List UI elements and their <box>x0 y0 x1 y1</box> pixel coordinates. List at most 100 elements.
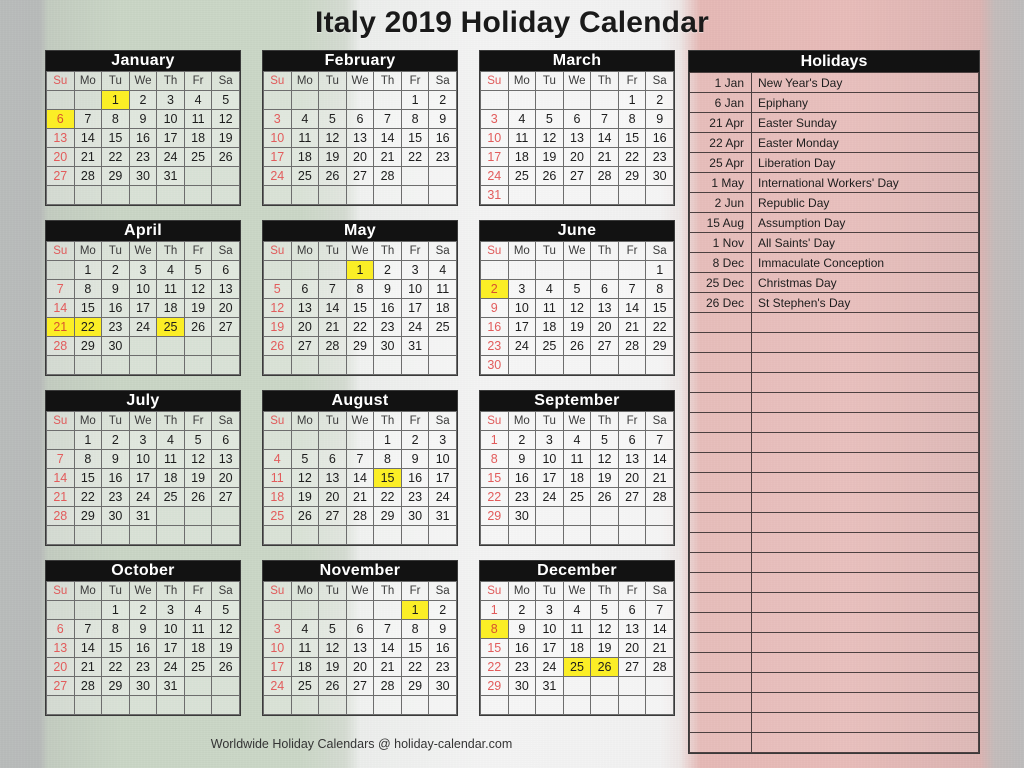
day-cell[interactable]: 9 <box>480 298 509 318</box>
holiday-row-empty[interactable] <box>689 352 979 373</box>
day-cell[interactable]: 14 <box>590 128 619 148</box>
day-cell[interactable]: 16 <box>480 317 509 337</box>
holiday-row[interactable]: 21 Apr Easter Sunday <box>689 112 979 133</box>
day-cell[interactable]: 4 <box>290 619 320 639</box>
day-cell[interactable]: 28 <box>318 336 347 356</box>
holiday-row-empty[interactable] <box>689 732 979 753</box>
holiday-row-empty[interactable] <box>689 532 979 553</box>
day-cell[interactable]: 25 <box>156 317 185 337</box>
day-cell[interactable]: 24 <box>400 317 430 337</box>
day-cell[interactable]: 19 <box>318 147 347 167</box>
holiday-row[interactable]: 1 May International Workers' Day <box>689 172 979 193</box>
holiday-row[interactable]: 1 Jan New Year's Day <box>689 72 979 93</box>
day-cell[interactable]: 23 <box>507 657 537 677</box>
day-cell[interactable]: 2 <box>645 90 674 110</box>
day-cell[interactable]: 4 <box>183 90 213 110</box>
day-cell[interactable]: 1 <box>101 90 130 110</box>
day-cell[interactable]: 10 <box>428 449 457 469</box>
day-cell[interactable]: 27 <box>345 166 375 186</box>
day-cell[interactable]: 6 <box>46 109 75 129</box>
day-cell[interactable]: 25 <box>290 166 320 186</box>
holiday-row-empty[interactable] <box>689 572 979 593</box>
day-cell[interactable]: 13 <box>345 638 375 658</box>
day-cell[interactable]: 14 <box>318 298 347 318</box>
holiday-row-empty[interactable] <box>689 432 979 453</box>
day-cell[interactable]: 8 <box>73 279 103 299</box>
day-cell[interactable]: 15 <box>101 638 130 658</box>
day-cell[interactable]: 26 <box>562 336 592 356</box>
day-cell[interactable]: 22 <box>645 317 674 337</box>
day-cell[interactable]: 31 <box>535 676 564 696</box>
day-cell[interactable]: 15 <box>73 468 103 488</box>
day-cell[interactable]: 5 <box>318 619 347 639</box>
day-cell[interactable]: 9 <box>428 109 457 129</box>
holiday-row-empty[interactable] <box>689 312 979 333</box>
day-cell[interactable]: 12 <box>590 449 619 469</box>
day-cell[interactable]: 29 <box>480 676 509 696</box>
day-cell[interactable]: 29 <box>645 336 674 356</box>
day-cell[interactable]: 22 <box>373 487 402 507</box>
day-cell[interactable]: 5 <box>211 600 240 620</box>
holiday-row[interactable]: 26 Dec St Stephen's Day <box>689 292 979 313</box>
day-cell[interactable]: 23 <box>128 147 158 167</box>
day-cell[interactable]: 9 <box>400 449 430 469</box>
day-cell[interactable]: 27 <box>318 506 347 526</box>
day-cell[interactable]: 7 <box>46 449 75 469</box>
day-cell[interactable]: 30 <box>480 355 509 375</box>
day-cell[interactable]: 6 <box>617 430 647 450</box>
day-cell[interactable]: 3 <box>507 279 537 299</box>
day-cell[interactable]: 7 <box>617 279 647 299</box>
day-cell[interactable]: 15 <box>400 638 430 658</box>
day-cell[interactable]: 2 <box>400 430 430 450</box>
day-cell[interactable]: 20 <box>617 468 647 488</box>
day-cell[interactable]: 19 <box>590 638 619 658</box>
day-cell[interactable]: 7 <box>645 600 674 620</box>
day-cell[interactable]: 25 <box>562 657 592 677</box>
day-cell[interactable]: 17 <box>263 657 292 677</box>
day-cell[interactable]: 17 <box>128 468 158 488</box>
day-cell[interactable]: 13 <box>46 128 75 148</box>
day-cell[interactable]: 30 <box>373 336 402 356</box>
day-cell[interactable]: 20 <box>345 657 375 677</box>
day-cell[interactable]: 23 <box>400 487 430 507</box>
day-cell[interactable]: 15 <box>373 468 402 488</box>
day-cell[interactable]: 15 <box>400 128 430 148</box>
day-cell[interactable]: 5 <box>290 449 320 469</box>
holiday-row-empty[interactable] <box>689 652 979 673</box>
day-cell[interactable]: 3 <box>156 90 185 110</box>
day-cell[interactable]: 16 <box>373 298 402 318</box>
holiday-row-empty[interactable] <box>689 632 979 653</box>
holiday-row-empty[interactable] <box>689 412 979 433</box>
day-cell[interactable]: 8 <box>101 619 130 639</box>
day-cell[interactable]: 11 <box>507 128 537 148</box>
day-cell[interactable]: 20 <box>590 317 619 337</box>
day-cell[interactable]: 16 <box>128 638 158 658</box>
day-cell[interactable]: 27 <box>211 487 240 507</box>
day-cell[interactable]: 25 <box>562 487 592 507</box>
day-cell[interactable]: 6 <box>590 279 619 299</box>
day-cell[interactable]: 10 <box>507 298 537 318</box>
day-cell[interactable]: 14 <box>617 298 647 318</box>
day-cell[interactable]: 7 <box>645 430 674 450</box>
day-cell[interactable]: 19 <box>290 487 320 507</box>
day-cell[interactable]: 12 <box>562 298 592 318</box>
day-cell[interactable]: 19 <box>535 147 564 167</box>
day-cell[interactable]: 16 <box>400 468 430 488</box>
day-cell[interactable]: 21 <box>590 147 619 167</box>
day-cell[interactable]: 21 <box>46 487 75 507</box>
day-cell[interactable]: 26 <box>211 147 240 167</box>
day-cell[interactable]: 28 <box>46 336 75 356</box>
day-cell[interactable]: 30 <box>645 166 674 186</box>
day-cell[interactable]: 2 <box>428 90 457 110</box>
day-cell[interactable]: 26 <box>183 487 213 507</box>
holiday-row-empty[interactable] <box>689 472 979 493</box>
day-cell[interactable]: 10 <box>128 449 158 469</box>
day-cell[interactable]: 11 <box>562 619 592 639</box>
day-cell[interactable]: 9 <box>101 279 130 299</box>
day-cell[interactable]: 6 <box>617 600 647 620</box>
day-cell[interactable]: 2 <box>507 600 537 620</box>
day-cell[interactable]: 29 <box>73 506 103 526</box>
day-cell[interactable]: 4 <box>562 600 592 620</box>
holiday-row-empty[interactable] <box>689 452 979 473</box>
day-cell[interactable]: 27 <box>617 487 647 507</box>
